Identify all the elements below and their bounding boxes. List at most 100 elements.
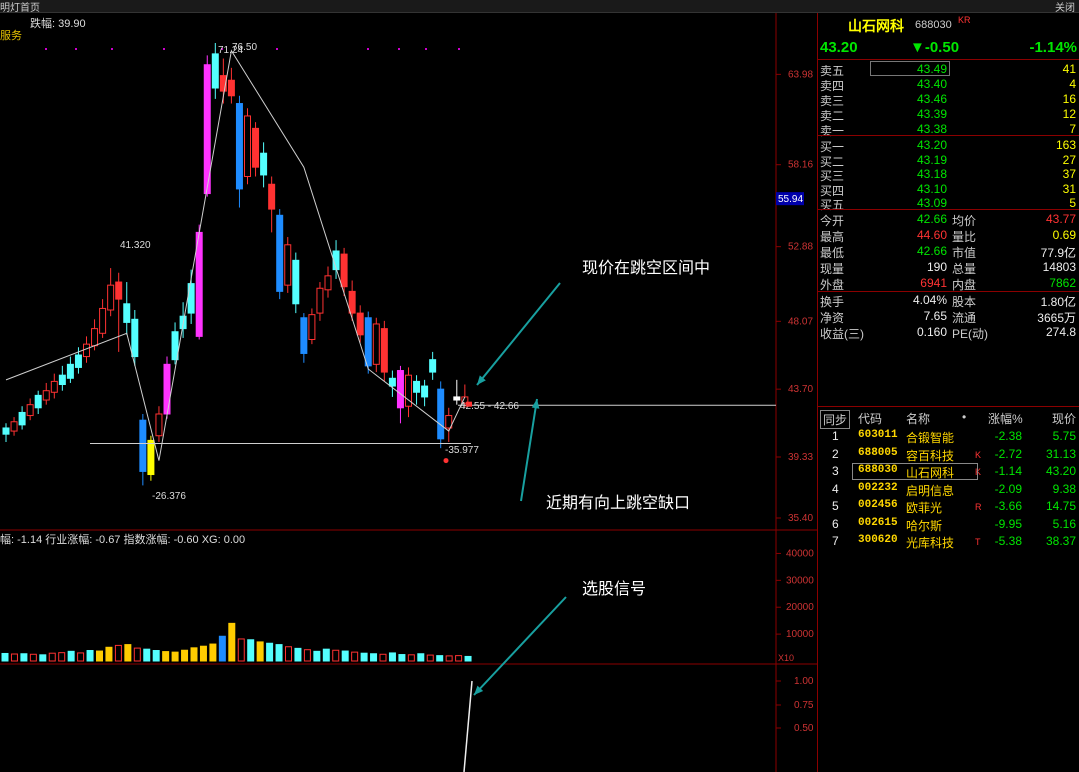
candle-body [324,275,332,291]
current-price-tag-text: 55.94 [778,194,803,205]
stat-value: 6941 [920,276,947,290]
price-change: ▼-0.50 [910,39,960,56]
watchlist-row[interactable]: 1 603011 合锻智能 -2.38 5.75 [818,427,1079,445]
col-name[interactable]: 名称 [906,410,930,427]
stat-value: 0.69 [1052,228,1076,242]
watchlist-row[interactable]: 7 300620 光库科技 T -5.38 38.37 [818,532,1079,550]
volume-bar [341,650,349,662]
row-index: 4 [832,481,839,496]
row-index: 5 [832,499,839,513]
marker-dot [367,48,369,50]
candle-body [276,214,284,292]
y-tick-label: 43.70 [788,384,813,395]
stock-chart[interactable]: 63.98 58.16 52.88 48.07 43.70 39.33 35.40 55.94… [0,13,817,772]
ask-price: 43.38 [916,122,947,136]
volume-bar [67,650,75,662]
candle-body [316,287,324,314]
col-price[interactable]: 现价 [1052,410,1076,427]
vol-tick-label: 20000 [786,602,814,613]
candle-body [18,411,26,426]
price-annotation: -35.977 [445,445,479,456]
price-annotation: -26.376 [152,491,186,502]
row-index: 6 [832,516,839,531]
fin-row: 净资 7.65 流通 3665万 [818,308,1079,325]
candle-body [115,281,123,300]
col-flag: • [962,410,967,424]
sig-tick-label: 0.50 [794,723,814,734]
candle-body [453,396,461,401]
arrow-line [520,398,538,502]
candle-body [195,231,203,337]
candle-body [26,404,34,417]
row-code: 002456 [858,499,898,511]
candle-body [139,419,147,472]
row-code: 688005 [858,446,898,459]
fin-value: 0.160 [916,325,947,339]
fin-value: 4.04% [912,293,947,307]
row-index: 3 [832,464,839,478]
candle-body [380,328,388,373]
vol-tick-label: 40000 [786,548,814,559]
volume-bar [143,648,151,662]
row-change: -5.38 [994,534,1022,548]
row-name: 合锻智能 [906,431,955,445]
y-tick-label: 63.98 [788,69,813,80]
volume-bar [370,653,378,662]
volume-bar [133,647,141,662]
signal-line [463,680,473,772]
candle-body [34,394,42,409]
row-index: 7 [832,534,839,548]
watchlist-row[interactable]: 6 002615 哈尔斯 -9.95 5.16 [818,515,1079,533]
volume-bar [48,652,56,662]
marker-dot [45,48,47,50]
fin-value: 274.8 [1045,325,1076,339]
bid-price: 43.18 [916,167,947,181]
candle-body [284,244,292,286]
volume-bar [228,622,236,662]
watchlist-row[interactable]: 2 688005 容百科技 K -2.72 31.13 [818,445,1079,463]
fin-label: PE(动) [952,327,989,341]
volume-bar [152,650,160,662]
ask-volume: 12 [1062,107,1076,121]
bid-volume: 31 [1062,181,1076,196]
volume-bar [322,648,330,662]
sig-tick-label: 1.00 [794,676,814,687]
last-price: 43.20 [820,39,858,56]
candle-body [413,380,421,393]
annotation-signal: 选股信号 [582,581,647,598]
volume-bar [162,651,170,662]
bid-price: 43.20 [916,138,947,152]
zigzag-line [5,49,466,461]
watchlist-row[interactable]: 3 688030 山石网科 K -1.14 43.20 [818,462,1079,480]
volume-bar [171,651,179,662]
fin-row: 换手 4.04% 股本 1.80亿 [818,292,1079,309]
close-button[interactable]: 关闭 [1055,0,1075,14]
row-name: 光库科技 [906,536,955,550]
volume-bar [199,645,207,662]
window-tab[interactable]: 明灯首页 [0,0,40,14]
candle-body [147,439,155,476]
watchlist-row[interactable]: 4 002232 启明信息 -2.09 9.38 [818,480,1079,498]
candle-body [292,259,300,305]
candle-body [107,284,115,311]
row-name: 哈尔斯 [906,518,943,533]
annotation-gap-up: 近期有向上跳空缺口 [546,495,691,512]
candle-body [66,363,74,379]
volume-bar [398,654,406,662]
stat-value: 42.66 [916,212,947,226]
row-index: 2 [832,446,839,461]
volume-bar [332,649,340,662]
y-tick-label: 58.16 [788,160,813,171]
fin-row: 收益(三) 0.160 PE(动) 274.8 [818,324,1079,341]
volume-bar [124,644,132,662]
fin-value: 7.65 [923,309,947,323]
watchlist-row[interactable]: 5 002456 欧菲光 R -3.66 14.75 [818,497,1079,515]
row-code: 300620 [858,534,898,546]
col-change[interactable]: 涨幅% [988,410,1023,427]
pct-change: -1.14% [1029,39,1077,56]
volume-bar [351,651,359,662]
row-highlight [852,463,978,480]
col-code[interactable]: 代码 [858,410,882,427]
row-code: 002232 [858,481,898,494]
candle-body [437,388,445,440]
